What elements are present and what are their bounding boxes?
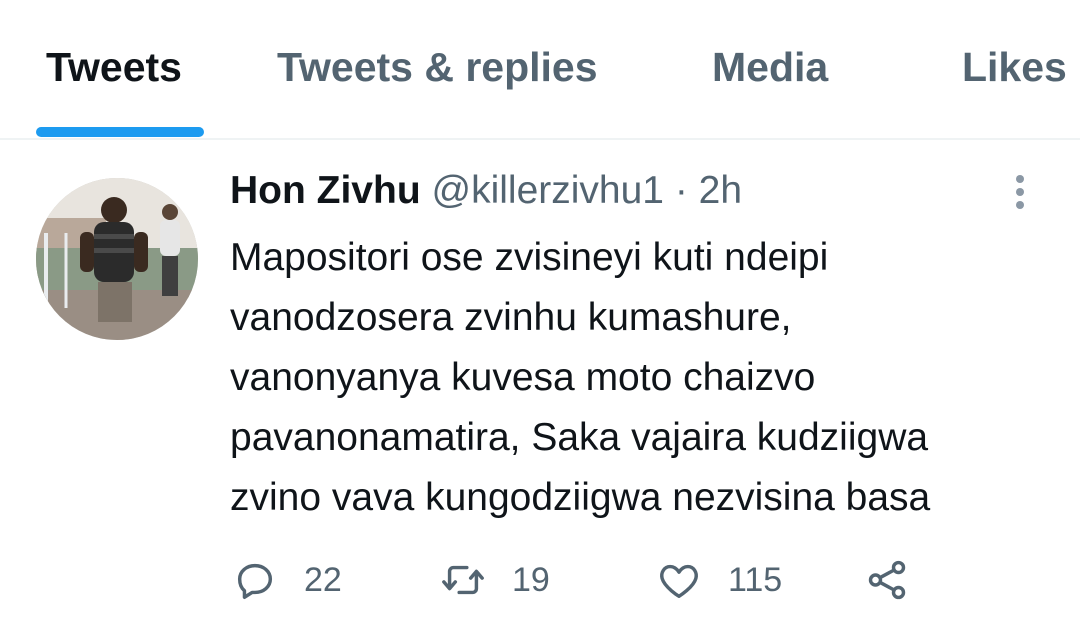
more-vertical-icon[interactable] [1010, 172, 1030, 212]
timestamp[interactable]: 2h [699, 169, 742, 212]
display-name[interactable]: Hon Zivhu [230, 169, 421, 212]
tab-tweets-and-replies[interactable]: Tweets & replies [277, 44, 598, 91]
reply-icon [237, 563, 273, 599]
tweet[interactable]: Hon Zivhu @killerzivhu1 · 2h Mapositori … [0, 142, 1080, 642]
tweet-header: Hon Zivhu @killerzivhu1 · 2h [230, 168, 742, 215]
tweet-text: Mapositori ose zvisineyi kuti ndeipi van… [230, 228, 1050, 528]
share-button[interactable] [864, 556, 910, 604]
retweet-button[interactable]: 19 [440, 556, 550, 604]
tab-likes[interactable]: Likes [962, 44, 1067, 91]
avatar[interactable] [36, 178, 198, 340]
tweet-text-line: Mapositori ose zvisineyi kuti ndeipi [230, 236, 829, 279]
avatar-photo [36, 178, 198, 340]
reply-button[interactable]: 22 [232, 556, 342, 604]
tweet-actions: 22 19 115 [230, 552, 1050, 608]
user-handle[interactable]: @killerzivhu1 [431, 169, 664, 212]
tab-media[interactable]: Media [712, 44, 828, 91]
retweet-icon [442, 565, 484, 595]
share-icon [868, 560, 906, 600]
retweet-count: 19 [512, 560, 550, 599]
heart-icon [660, 564, 698, 599]
active-tab-indicator [36, 127, 204, 137]
profile-tabs: Tweets Tweets & replies Media Likes [0, 0, 1080, 140]
tab-tweets[interactable]: Tweets [46, 44, 182, 91]
tweet-text-line: pavanonamatira, Saka vajaira kudziigwa [230, 416, 929, 459]
like-count: 115 [728, 560, 783, 599]
tweet-text-line: zvino vava kungodziigwa nezvisina basa [230, 476, 931, 519]
tweet-text-line: vanodzosera zvinhu kumashure, [230, 296, 792, 339]
like-button[interactable]: 115 [656, 556, 782, 604]
tweet-text-line: vanonyanya kuvesa moto chaizvo [230, 356, 816, 399]
reply-count: 22 [304, 560, 342, 599]
separator-dot: · [674, 169, 688, 212]
